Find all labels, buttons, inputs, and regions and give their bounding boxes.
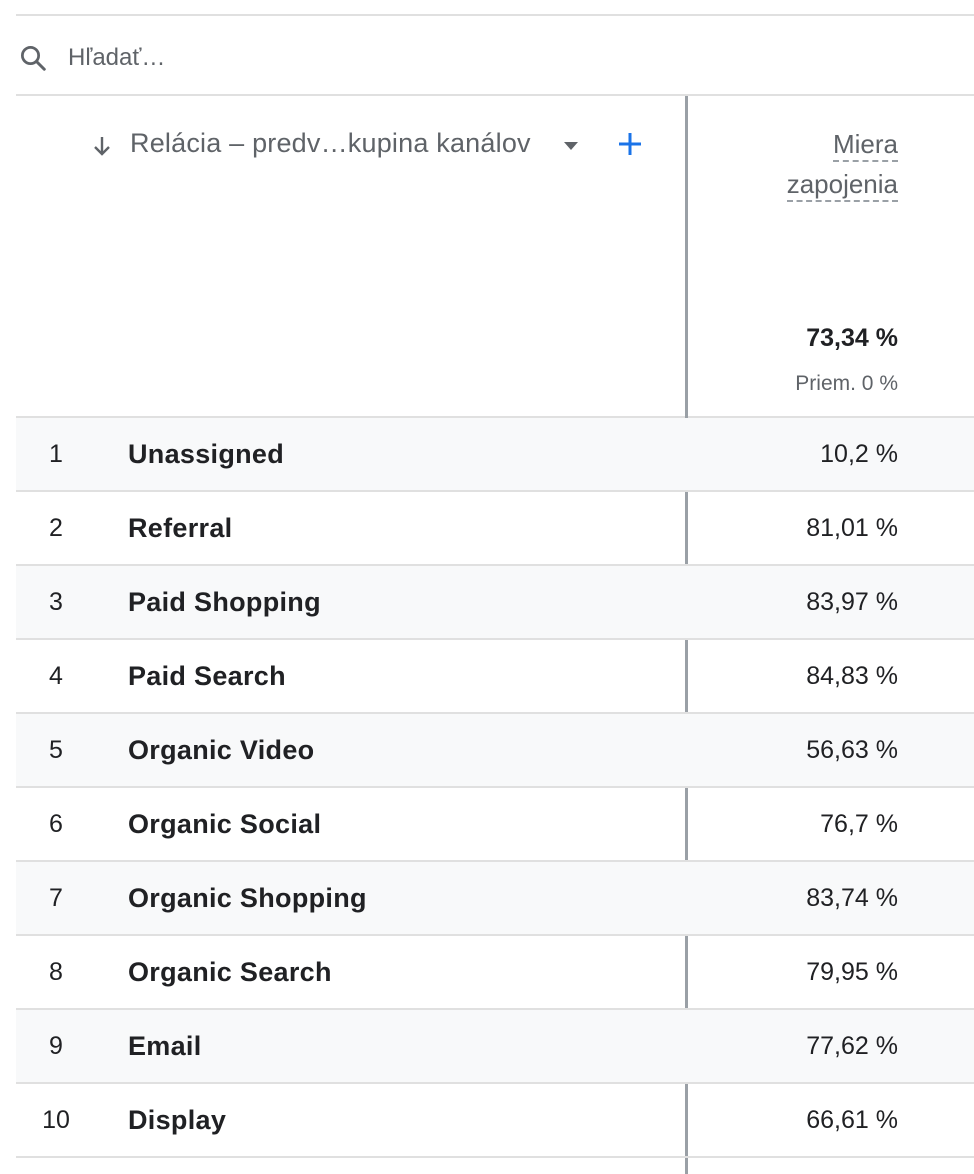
row-value: 84,83 % — [806, 662, 898, 690]
table-row[interactable]: 9 Email 77,62 % — [16, 1010, 974, 1084]
table-row[interactable]: 10 Display 66,61 % — [16, 1084, 974, 1158]
table-row[interactable]: 3 Paid Shopping 83,97 % — [16, 566, 974, 640]
row-index: 7 — [49, 884, 63, 912]
row-channel: Organic Social — [128, 809, 322, 839]
search-bar — [16, 16, 974, 96]
row-channel: Organic Video — [128, 735, 315, 765]
arrow-down-icon[interactable] — [90, 134, 114, 158]
row-index: 10 — [42, 1106, 70, 1134]
row-channel: Paid Shopping — [128, 587, 321, 617]
row-value: 83,74 % — [806, 884, 898, 912]
row-index: 3 — [49, 588, 63, 616]
row-index: 2 — [49, 514, 63, 542]
row-channel: Display — [128, 1105, 227, 1135]
dimension-column-label[interactable]: Relácia – predv…kupina kanálov — [130, 128, 531, 159]
search-input[interactable] — [68, 38, 928, 78]
row-channel: Paid Search — [128, 661, 286, 691]
table-header: Relácia – predv…kupina kanálov Miera zap… — [16, 96, 974, 418]
metric-column-header[interactable]: Miera zapojenia — [786, 124, 898, 204]
metric-average: Priem. 0 % — [795, 372, 898, 395]
plus-icon[interactable] — [616, 130, 644, 158]
table-row[interactable]: 1 Unassigned 10,2 % — [16, 418, 974, 492]
row-index: 9 — [49, 1032, 63, 1060]
report-table: Relácia – predv…kupina kanálov Miera zap… — [16, 0, 974, 1174]
row-value: 81,01 % — [806, 514, 898, 542]
row-channel: Email — [128, 1031, 202, 1061]
table-row[interactable]: 6 Organic Social 76,7 % — [16, 788, 974, 862]
row-index: 6 — [49, 810, 63, 838]
table-row[interactable]: 2 Referral 81,01 % — [16, 492, 974, 566]
row-channel: Organic Search — [128, 957, 332, 987]
row-value: 56,63 % — [806, 736, 898, 764]
table-row[interactable]: 4 Paid Search 84,83 % — [16, 640, 974, 714]
caret-down-icon[interactable] — [562, 140, 580, 152]
row-value: 83,97 % — [806, 588, 898, 616]
row-index: 8 — [49, 958, 63, 986]
row-index: 1 — [49, 440, 63, 468]
search-icon — [21, 46, 46, 71]
row-index: 4 — [49, 662, 63, 690]
table-body: 1 Unassigned 10,2 % 2 Referral 81,01 % 3… — [16, 418, 974, 1158]
table-row[interactable]: 7 Organic Shopping 83,74 % — [16, 862, 974, 936]
row-channel: Unassigned — [128, 439, 285, 469]
row-index: 5 — [49, 736, 63, 764]
row-value: 10,2 % — [820, 440, 898, 468]
row-value: 77,62 % — [806, 1032, 898, 1060]
metric-title-line1: Miera — [832, 128, 898, 162]
table-row[interactable]: 5 Organic Video 56,63 % — [16, 714, 974, 788]
row-channel: Organic Shopping — [128, 883, 367, 913]
row-value: 66,61 % — [806, 1106, 898, 1134]
row-value: 79,95 % — [806, 958, 898, 986]
row-channel: Referral — [128, 513, 233, 543]
row-value: 76,7 % — [820, 810, 898, 838]
metric-title-line2: zapojenia — [786, 168, 898, 202]
table-row[interactable]: 8 Organic Search 79,95 % — [16, 936, 974, 1010]
metric-total: 73,34 % — [806, 324, 898, 352]
